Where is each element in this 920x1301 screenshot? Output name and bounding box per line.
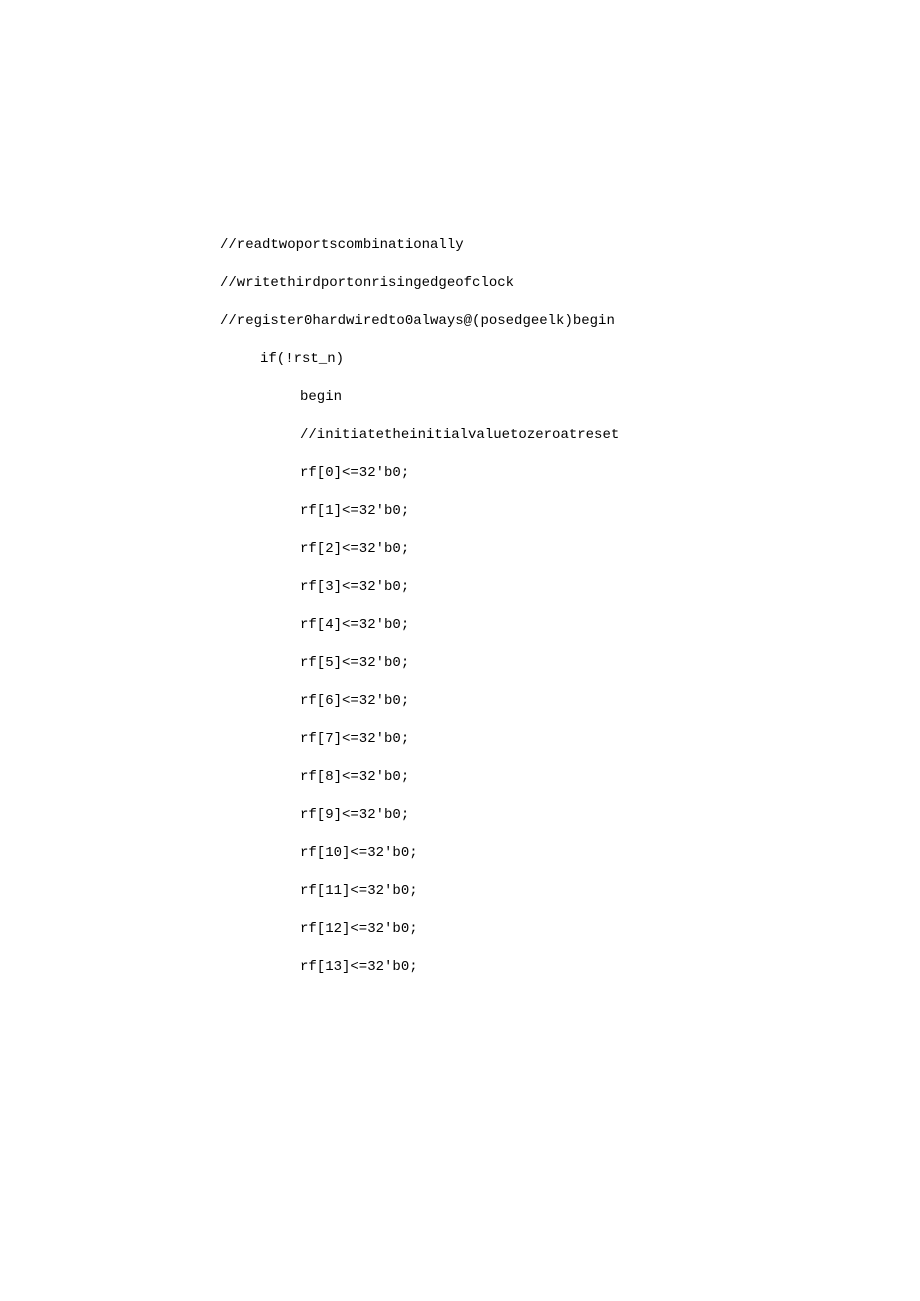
code-line: rf[2]<=32'b0; [220, 542, 920, 556]
code-line: rf[9]<=32'b0; [220, 808, 920, 822]
code-line: rf[3]<=32'b0; [220, 580, 920, 594]
code-line: rf[11]<=32'b0; [220, 884, 920, 898]
code-page: //readtwoportscombinationally //writethi… [0, 0, 920, 1301]
code-line: //initiatetheinitialvaluetozeroatreset [220, 428, 920, 442]
code-line: rf[13]<=32'b0; [220, 960, 920, 974]
code-line: //register0hardwiredto0always@(posedgeel… [220, 314, 920, 328]
code-line: //writethirdportonrisingedgeofclock [220, 276, 920, 290]
code-line: rf[4]<=32'b0; [220, 618, 920, 632]
code-line: if(!rst_n) [220, 352, 920, 366]
code-line: rf[0]<=32'b0; [220, 466, 920, 480]
code-line: rf[5]<=32'b0; [220, 656, 920, 670]
code-line: rf[8]<=32'b0; [220, 770, 920, 784]
code-line: rf[6]<=32'b0; [220, 694, 920, 708]
code-line: rf[10]<=32'b0; [220, 846, 920, 860]
code-line: rf[12]<=32'b0; [220, 922, 920, 936]
code-line: rf[7]<=32'b0; [220, 732, 920, 746]
code-line: begin [220, 390, 920, 404]
code-line: rf[1]<=32'b0; [220, 504, 920, 518]
code-line: //readtwoportscombinationally [220, 238, 920, 252]
